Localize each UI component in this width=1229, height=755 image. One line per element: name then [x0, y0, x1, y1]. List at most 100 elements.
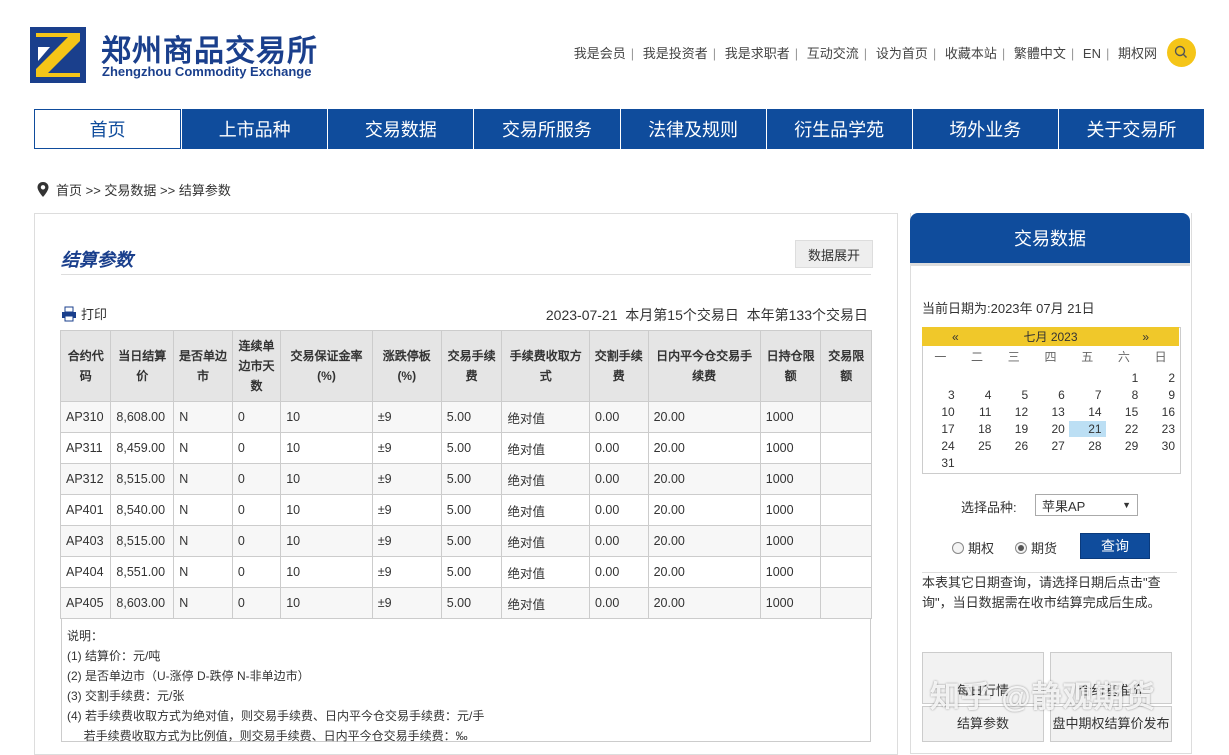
calendar-day[interactable]: 18 — [959, 421, 996, 437]
calendar-day[interactable]: 22 — [1106, 421, 1143, 437]
calendar-day[interactable]: 20 — [1032, 421, 1069, 437]
link-jobseeker[interactable]: 我是求职者 — [725, 46, 790, 61]
calendar-day[interactable]: 9 — [1142, 387, 1179, 403]
calendar-day[interactable]: 30 — [1142, 438, 1179, 454]
calendar-day[interactable]: 6 — [1032, 387, 1069, 403]
nav-otc-business[interactable]: 场外业务 — [911, 109, 1058, 149]
col-margin-rate: 交易保证金率(%) — [280, 330, 373, 402]
breadcrumb-text[interactable]: 首页 >> 交易数据 >> 结算参数 — [56, 180, 231, 199]
nav-trading-data[interactable]: 交易数据 — [327, 109, 474, 149]
table-cell: 绝对值 — [501, 525, 590, 557]
query-button[interactable]: 查询 — [1080, 533, 1150, 559]
calendar-day[interactable]: 8 — [1106, 387, 1143, 403]
table-cell: 20.00 — [647, 494, 761, 526]
link-investor[interactable]: 我是投资者 — [643, 46, 708, 61]
calendar-day[interactable]: 28 — [1069, 438, 1106, 454]
calendar-header: « 七月 2023 » — [922, 327, 1179, 346]
link-interaction[interactable]: 互动交流 — [807, 46, 859, 61]
table-cell: N — [173, 587, 233, 619]
col-contract-code: 合约代码 — [59, 330, 112, 402]
nav-exchange-services[interactable]: 交易所服务 — [473, 109, 620, 149]
printer-icon — [62, 306, 76, 321]
calendar-day[interactable]: 14 — [1069, 404, 1106, 420]
note-line: (4) 若手续费收取方式为绝对值，则交易手续费、日内平今仓交易手续费：元/手 — [67, 709, 485, 723]
table-cell: 0 — [231, 494, 282, 526]
nav-derivatives-academy[interactable]: 衍生品学苑 — [765, 109, 912, 149]
table-row: AP403 8,515.00 N 0 10 ±9 5.00 绝对值 0.00 20.00 1000 — [59, 525, 872, 557]
calendar-next-button[interactable]: » — [1142, 330, 1149, 344]
table-cell — [820, 587, 872, 619]
table-cell: ±9 — [371, 525, 442, 557]
calendar-day[interactable]: 16 — [1142, 404, 1179, 420]
sidebar-note: 本表其它日期查询，请选择日期后点击"查询"，当日数据需在收市结算完成后生成。 — [922, 572, 1177, 613]
location-pin-icon — [37, 182, 49, 197]
radio-options[interactable]: 期权 — [952, 538, 994, 557]
calendar-day[interactable]: 1 — [1106, 370, 1143, 386]
page-title: 结算参数 — [61, 250, 133, 270]
calendar-month-label[interactable]: 七月 2023 — [1023, 328, 1077, 345]
table-cell: 0.00 — [588, 525, 649, 557]
table-cell: 0 — [231, 401, 282, 433]
table-cell: 8,551.00 — [110, 556, 175, 588]
settlement-table: 合约代码 当日结算价 是否单边市 连续单边市天数 交易保证金率(%) 涨跌停板(… — [59, 330, 872, 619]
table-cell: 10 — [280, 494, 373, 526]
calendar-day[interactable]: 2 — [1142, 370, 1179, 386]
expand-data-button[interactable]: 数据展开 — [795, 240, 873, 268]
calendar-day[interactable]: 19 — [995, 421, 1032, 437]
table-cell: 10 — [280, 556, 373, 588]
link-bookmark[interactable]: 收藏本站 — [945, 46, 997, 61]
calendar-day[interactable]: 23 — [1142, 421, 1179, 437]
logo[interactable] — [30, 27, 86, 83]
calendar-day[interactable]: 3 — [922, 387, 959, 403]
col-trading-limit: 交易限额 — [820, 330, 872, 402]
calendar-day[interactable]: 27 — [1032, 438, 1069, 454]
table-cell: AP405 — [59, 587, 112, 619]
calendar-weekdays: 一二三四五六日 — [922, 348, 1179, 365]
calendar-day[interactable]: 26 — [995, 438, 1032, 454]
note-line: (3) 交割手续费：元/张 — [67, 689, 185, 703]
table-cell: 1000 — [759, 556, 822, 588]
search-button[interactable] — [1167, 38, 1196, 67]
calendar-day[interactable]: 21 — [1068, 421, 1106, 437]
table-row: AP404 8,551.00 N 0 10 ±9 5.00 绝对值 0.00 20.00 1000 — [59, 556, 872, 588]
link-english[interactable]: EN — [1083, 46, 1101, 61]
link-options-site[interactable]: 期权网 — [1118, 46, 1157, 61]
sidebar-divider — [910, 263, 1190, 266]
calendar-day[interactable]: 29 — [1106, 438, 1143, 454]
variety-select[interactable]: 苹果AP ▼ — [1035, 494, 1138, 516]
calendar-weekday: 六 — [1117, 350, 1130, 364]
nav-listed-products[interactable]: 上市品种 — [181, 109, 328, 149]
calendar-day[interactable]: 5 — [995, 387, 1032, 403]
calendar-weekday: 五 — [1081, 350, 1094, 364]
col-price-limit: 涨跌停板(%) — [371, 330, 442, 402]
table-cell: 0 — [231, 587, 282, 619]
radio-futures[interactable]: 期货 — [1015, 538, 1057, 557]
calendar-day[interactable]: 17 — [922, 421, 959, 437]
link-set-homepage[interactable]: 设为首页 — [876, 46, 928, 61]
calendar-day[interactable]: 4 — [959, 387, 996, 403]
calendar-weekday: 二 — [971, 350, 984, 364]
calendar-day[interactable]: 13 — [1032, 404, 1069, 420]
link-member[interactable]: 我是会员 — [574, 46, 626, 61]
nav-home[interactable]: 首页 — [34, 109, 182, 149]
calendar-day[interactable]: 24 — [922, 438, 959, 454]
table-cell: 10 — [280, 587, 373, 619]
nav-laws-rules[interactable]: 法律及规则 — [619, 109, 766, 149]
calendar-day[interactable]: 25 — [959, 438, 996, 454]
table-cell — [820, 494, 872, 526]
calendar-prev-button[interactable]: « — [952, 330, 959, 344]
table-cell: 8,515.00 — [110, 525, 175, 557]
print-button[interactable]: 打印 — [61, 304, 107, 323]
note-line: (1) 结算价：元/吨 — [67, 649, 161, 663]
nav-about[interactable]: 关于交易所 — [1057, 109, 1204, 149]
table-cell: 20.00 — [647, 463, 761, 495]
calendar-day[interactable]: 31 — [922, 455, 959, 471]
calendar-day[interactable]: 12 — [995, 404, 1032, 420]
calendar-day[interactable]: 10 — [922, 404, 959, 420]
calendar-day[interactable]: 7 — [1069, 387, 1106, 403]
calendar-day[interactable]: 11 — [959, 404, 996, 420]
link-traditional-chinese[interactable]: 繁體中文 — [1014, 46, 1066, 61]
table-cell: 5.00 — [440, 401, 503, 433]
calendar-day[interactable]: 15 — [1106, 404, 1143, 420]
breadcrumb: 首页 >> 交易数据 >> 结算参数 — [36, 180, 231, 199]
